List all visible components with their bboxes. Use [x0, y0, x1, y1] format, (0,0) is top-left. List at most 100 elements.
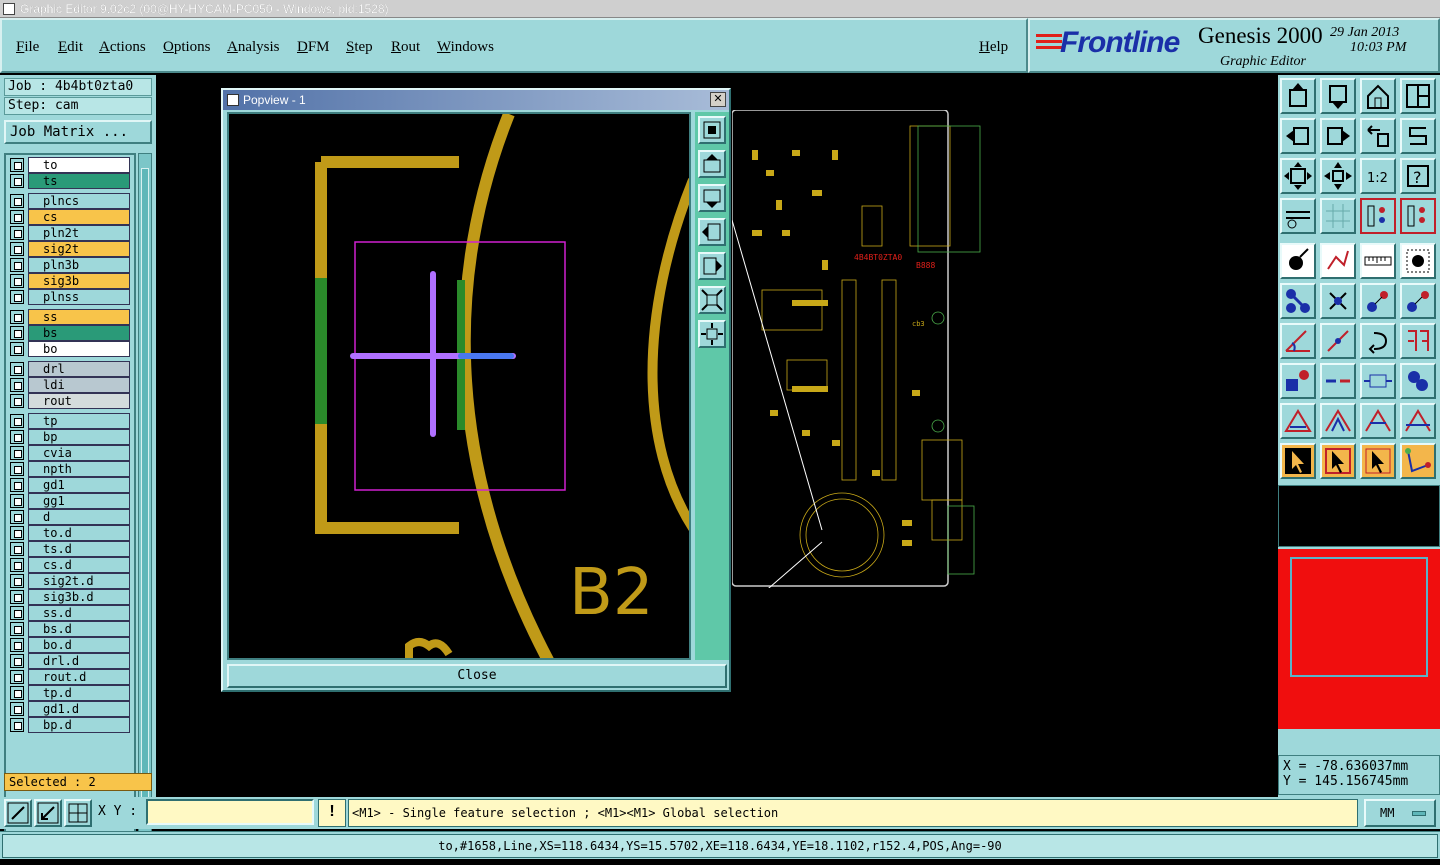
- layer-name[interactable]: gg1: [28, 493, 130, 509]
- layer-row[interactable]: tp.d: [8, 685, 130, 701]
- layer-row[interactable]: cs.d: [8, 557, 130, 573]
- triangle-icon[interactable]: [1280, 403, 1316, 439]
- layer-name[interactable]: plnss: [28, 289, 130, 305]
- layer-row[interactable]: gd1: [8, 477, 130, 493]
- layer-row[interactable]: sig2t: [8, 241, 130, 257]
- layer-row[interactable]: gd1.d: [8, 701, 130, 717]
- pan-left-icon[interactable]: [698, 218, 726, 246]
- scroll-thumb[interactable]: [141, 168, 149, 828]
- zoom-fit-icon[interactable]: [1320, 158, 1356, 194]
- layer-checkbox[interactable]: [10, 558, 24, 572]
- swap-icon[interactable]: [1360, 118, 1396, 154]
- measure-snap-icon[interactable]: [34, 799, 62, 827]
- connect-icon[interactable]: [1280, 283, 1316, 319]
- layer-checkbox[interactable]: [10, 622, 24, 636]
- layer-name[interactable]: plncs: [28, 193, 130, 209]
- layer-checkbox[interactable]: [10, 654, 24, 668]
- split-view-icon[interactable]: [1400, 78, 1436, 114]
- rotate-icon[interactable]: [1360, 323, 1396, 359]
- draw-line-icon[interactable]: [1320, 323, 1356, 359]
- zoom-window-icon[interactable]: [698, 116, 726, 144]
- pan-up-icon[interactable]: [698, 150, 726, 178]
- layer-row[interactable]: rout: [8, 393, 130, 409]
- layer-name[interactable]: bp: [28, 429, 130, 445]
- layer-name[interactable]: to: [28, 157, 130, 173]
- popview-close-button[interactable]: Close: [227, 664, 727, 688]
- layer-checkbox[interactable]: [10, 394, 24, 408]
- layer-checkbox[interactable]: [10, 362, 24, 376]
- layer-name[interactable]: drl: [28, 361, 130, 377]
- layer-checkbox[interactable]: [10, 526, 24, 540]
- layer-name[interactable]: tp: [28, 413, 130, 429]
- layer-name[interactable]: sig3b: [28, 273, 130, 289]
- layer-row[interactable]: bp.d: [8, 717, 130, 733]
- menu-rout[interactable]: Rout: [391, 39, 420, 56]
- layer-checkbox[interactable]: [10, 378, 24, 392]
- layer-checkbox[interactable]: [10, 446, 24, 460]
- zoom-home-up-icon[interactable]: [1280, 78, 1316, 114]
- layer-checkbox[interactable]: [10, 462, 24, 476]
- select-box-icon[interactable]: [1320, 443, 1356, 479]
- add-line-icon[interactable]: [1320, 243, 1356, 279]
- pan-down-icon[interactable]: [698, 184, 726, 212]
- units-select[interactable]: MM: [1364, 799, 1436, 827]
- layer-name[interactable]: bo: [28, 341, 130, 357]
- select-pointer-icon[interactable]: [1280, 443, 1316, 479]
- stretch-icon[interactable]: [1360, 363, 1396, 399]
- layer-row[interactable]: bo.d: [8, 637, 130, 653]
- layer-checkbox[interactable]: [10, 638, 24, 652]
- layer-checkbox[interactable]: [10, 174, 24, 188]
- close-icon[interactable]: ✕: [710, 92, 726, 107]
- layer-row[interactable]: ts.d: [8, 541, 130, 557]
- menu-options[interactable]: Options: [163, 39, 211, 56]
- ruler-icon[interactable]: [1360, 243, 1396, 279]
- layer-name[interactable]: cs.d: [28, 557, 130, 573]
- layer-row[interactable]: plnss: [8, 289, 130, 305]
- layer-checkbox[interactable]: [10, 258, 24, 272]
- layer-checkbox[interactable]: [10, 290, 24, 304]
- layer-row[interactable]: npth: [8, 461, 130, 477]
- arch-alt-icon[interactable]: [1400, 403, 1436, 439]
- layer-row[interactable]: ss: [8, 309, 130, 325]
- menu-windows[interactable]: Windows: [437, 39, 494, 56]
- zoom-down-icon[interactable]: [1320, 78, 1356, 114]
- layer-list-scrollbar[interactable]: [138, 153, 152, 843]
- popview-title-bar[interactable]: Popview - 1 ✕: [223, 90, 729, 110]
- popview-canvas[interactable]: B2: [227, 112, 691, 660]
- layer-row[interactable]: pln2t: [8, 225, 130, 241]
- layer-name[interactable]: ts.d: [28, 541, 130, 557]
- layer-name[interactable]: npth: [28, 461, 130, 477]
- layer-name[interactable]: drl.d: [28, 653, 130, 669]
- pcb-board-view[interactable]: 4B4BT0ZTA0 B888 cb3: [732, 110, 982, 588]
- layer-checkbox[interactable]: [10, 574, 24, 588]
- layer-name[interactable]: sig2t.d: [28, 573, 130, 589]
- cut-line-icon[interactable]: [1320, 363, 1356, 399]
- layer-row[interactable]: bs.d: [8, 621, 130, 637]
- layer-checkbox[interactable]: [10, 702, 24, 716]
- menu-edit[interactable]: Edit: [58, 39, 83, 56]
- layer-row[interactable]: cs: [8, 209, 130, 225]
- triangle-alt-icon[interactable]: [1320, 403, 1356, 439]
- layer-checkbox[interactable]: [10, 274, 24, 288]
- layer-stack-icon[interactable]: [1360, 198, 1396, 234]
- layer-name[interactable]: sig3b.d: [28, 589, 130, 605]
- layer-stack-alt-icon[interactable]: [1400, 198, 1436, 234]
- layer-row[interactable]: plncs: [8, 193, 130, 209]
- layer-row[interactable]: ldi: [8, 377, 130, 393]
- layer-row[interactable]: ss.d: [8, 605, 130, 621]
- pan-left-icon[interactable]: [1280, 118, 1316, 154]
- layer-checkbox[interactable]: [10, 478, 24, 492]
- arch-icon[interactable]: [1360, 403, 1396, 439]
- menu-actions[interactable]: Actions: [99, 39, 146, 56]
- menu-help[interactable]: Help: [979, 39, 1008, 56]
- layer-name[interactable]: bo.d: [28, 637, 130, 653]
- pan-right-icon[interactable]: [698, 252, 726, 280]
- layer-row[interactable]: sig3b: [8, 273, 130, 289]
- help-icon[interactable]: ?: [1400, 158, 1436, 194]
- warning-button[interactable]: !: [318, 799, 346, 827]
- board-overview-thumbnail[interactable]: [1278, 549, 1440, 729]
- layer-checkbox[interactable]: [10, 718, 24, 732]
- layer-row[interactable]: pln3b: [8, 257, 130, 273]
- mirror-icon[interactable]: [1400, 323, 1436, 359]
- layer-row[interactable]: sig3b.d: [8, 589, 130, 605]
